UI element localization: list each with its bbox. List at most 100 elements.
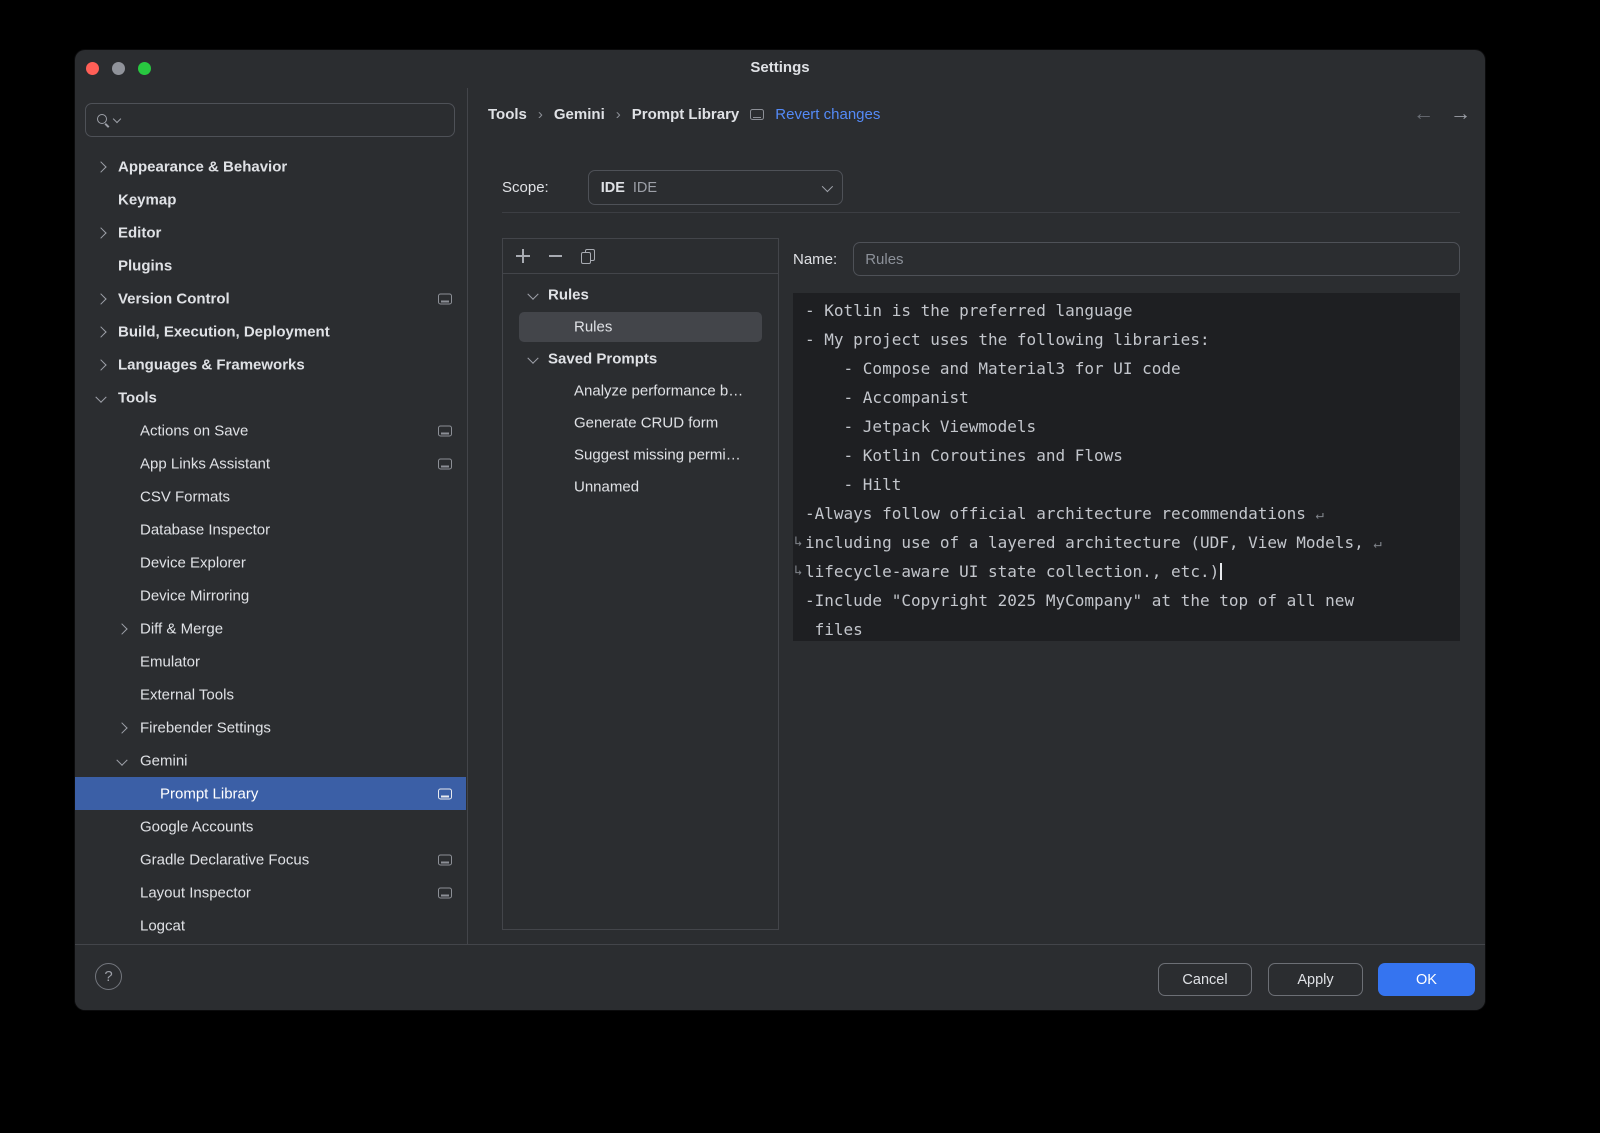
sidebar-item-label: Emulator xyxy=(140,653,200,670)
prompt-tree-label: Rules xyxy=(548,287,589,304)
chevron-right-icon[interactable] xyxy=(95,359,106,370)
prompt-tree-label: Suggest missing permi… xyxy=(574,447,741,464)
soft-wrap-end-icon: ↵ xyxy=(1316,507,1324,523)
settings-window: Settings Appearance & Behavior Keymap Edit… xyxy=(75,50,1485,1010)
sidebar-item-label: App Links Assistant xyxy=(140,455,270,472)
sidebar-item-label: Gradle Declarative Focus xyxy=(140,851,309,868)
scope-dropdown[interactable]: IDE IDE xyxy=(588,170,843,205)
ide-settings-badge-icon xyxy=(438,788,452,799)
sidebar-item-app-links-assistant[interactable]: App Links Assistant xyxy=(75,447,466,480)
chevron-right-icon[interactable] xyxy=(95,326,106,337)
apply-button[interactable]: Apply xyxy=(1268,963,1363,996)
prompt-group-saved-prompts[interactable]: Saved Prompts xyxy=(503,343,778,375)
revert-changes-link[interactable]: Revert changes xyxy=(775,106,880,123)
sidebar-item-device-mirroring[interactable]: Device Mirroring xyxy=(75,579,466,612)
settings-content: Tools›Gemini›Prompt LibraryRevert change… xyxy=(468,88,1485,945)
sidebar-item-actions-on-save[interactable]: Actions on Save xyxy=(75,414,466,447)
add-prompt-icon[interactable] xyxy=(516,249,530,263)
sidebar-item-gradle-declarative-focus[interactable]: Gradle Declarative Focus xyxy=(75,843,466,876)
editor-line: - Compose and Material3 for UI code xyxy=(793,354,1460,383)
sidebar-item-logcat[interactable]: Logcat xyxy=(75,909,466,942)
copy-prompt-icon[interactable] xyxy=(581,249,596,264)
breadcrumb-item-tools[interactable]: Tools xyxy=(488,106,527,123)
ok-button[interactable]: OK xyxy=(1378,963,1475,996)
prompt-item-generate-crud-form[interactable]: Generate CRUD form xyxy=(503,407,778,439)
breadcrumb-item-gemini[interactable]: Gemini xyxy=(554,106,605,123)
text-cursor xyxy=(1220,563,1222,580)
search-history-caret-icon[interactable] xyxy=(113,114,121,122)
chevron-down-icon[interactable] xyxy=(527,289,538,300)
sidebar-item-label: Firebender Settings xyxy=(140,719,271,736)
sidebar-item-label: Tools xyxy=(118,389,157,406)
prompt-tree-label: Generate CRUD form xyxy=(574,415,718,432)
settings-search[interactable] xyxy=(85,103,455,137)
settings-tree: Appearance & Behavior Keymap Editor Plugins… xyxy=(75,150,466,942)
prompt-item-unnamed[interactable]: Unnamed xyxy=(503,471,778,503)
sidebar-item-firebender-settings[interactable]: Firebender Settings xyxy=(75,711,466,744)
breadcrumb-separator: › xyxy=(616,106,621,123)
sidebar-item-build-execution-deployment[interactable]: Build, Execution, Deployment xyxy=(75,315,466,348)
sidebar-item-appearance-behavior[interactable]: Appearance & Behavior xyxy=(75,150,466,183)
scope-row: Scope: IDE IDE xyxy=(502,170,843,205)
cancel-button[interactable]: Cancel xyxy=(1158,963,1252,996)
settings-search-input[interactable] xyxy=(128,111,444,129)
sidebar-item-label: Database Inspector xyxy=(140,521,270,538)
sidebar-item-emulator[interactable]: Emulator xyxy=(75,645,466,678)
sidebar-item-label: Actions on Save xyxy=(140,422,248,439)
editor-text: - Hilt xyxy=(805,475,901,494)
sidebar-item-label: Build, Execution, Deployment xyxy=(118,323,330,340)
chevron-right-icon[interactable] xyxy=(95,293,106,304)
prompt-item-rules[interactable]: Rules xyxy=(503,311,778,343)
sidebar-item-plugins[interactable]: Plugins xyxy=(75,249,466,282)
sidebar-item-languages-frameworks[interactable]: Languages & Frameworks xyxy=(75,348,466,381)
sidebar-item-csv-formats[interactable]: CSV Formats xyxy=(75,480,466,513)
chevron-right-icon[interactable] xyxy=(116,623,127,634)
chevron-down-icon[interactable] xyxy=(527,353,538,364)
sidebar-item-google-accounts[interactable]: Google Accounts xyxy=(75,810,466,843)
editor-line: - Kotlin Coroutines and Flows xyxy=(793,441,1460,470)
chevron-right-icon[interactable] xyxy=(95,227,106,238)
prompt-name-row: Name: xyxy=(793,242,1460,276)
help-button[interactable]: ? xyxy=(95,963,122,990)
sidebar-item-gemini[interactable]: Gemini xyxy=(75,744,466,777)
editor-text: - Kotlin is the preferred language xyxy=(805,301,1133,320)
sidebar-item-layout-inspector[interactable]: Layout Inspector xyxy=(75,876,466,909)
titlebar[interactable]: Settings xyxy=(75,50,1485,88)
sidebar-item-keymap[interactable]: Keymap xyxy=(75,183,466,216)
settings-sidebar: Appearance & Behavior Keymap Editor Plugins… xyxy=(75,88,468,945)
sidebar-item-prompt-library[interactable]: Prompt Library xyxy=(75,777,466,810)
prompt-group-rules[interactable]: Rules xyxy=(503,279,778,311)
back-arrow-icon[interactable]: ← xyxy=(1413,102,1434,126)
prompt-list-panel: RulesRulesSaved PromptsAnalyze performan… xyxy=(502,238,779,930)
soft-wrap-start-icon: ↳ xyxy=(794,528,804,557)
sidebar-item-label: Keymap xyxy=(118,191,176,208)
sidebar-item-external-tools[interactable]: External Tools xyxy=(75,678,466,711)
prompt-item-analyze-performance-b[interactable]: Analyze performance b… xyxy=(503,375,778,407)
prompt-tree-label: Analyze performance b… xyxy=(574,383,743,400)
chevron-down-icon[interactable] xyxy=(116,754,127,765)
sidebar-item-tools[interactable]: Tools xyxy=(75,381,466,414)
sidebar-item-device-explorer[interactable]: Device Explorer xyxy=(75,546,466,579)
chevron-right-icon[interactable] xyxy=(116,722,127,733)
sidebar-item-label: External Tools xyxy=(140,686,234,703)
editor-line: ↳lifecycle-aware UI state collection., e… xyxy=(793,557,1460,586)
editor-text: - Jetpack Viewmodels xyxy=(805,417,1036,436)
prompt-name-input[interactable] xyxy=(853,242,1460,276)
editor-line: files xyxy=(793,615,1460,644)
breadcrumb: Tools›Gemini›Prompt LibraryRevert change… xyxy=(488,106,880,123)
history-nav: ← → xyxy=(1413,102,1471,126)
breadcrumb-item-prompt-library[interactable]: Prompt Library xyxy=(632,106,740,123)
sidebar-item-database-inspector[interactable]: Database Inspector xyxy=(75,513,466,546)
chevron-down-icon[interactable] xyxy=(95,391,106,402)
remove-prompt-icon[interactable] xyxy=(549,249,562,263)
editor-line: - My project uses the following librarie… xyxy=(793,325,1460,354)
sidebar-item-editor[interactable]: Editor xyxy=(75,216,466,249)
sidebar-item-diff-merge[interactable]: Diff & Merge xyxy=(75,612,466,645)
chevron-right-icon[interactable] xyxy=(95,161,106,172)
forward-arrow-icon[interactable]: → xyxy=(1450,102,1471,126)
prompt-item-suggest-missing-permi[interactable]: Suggest missing permi… xyxy=(503,439,778,471)
sidebar-item-label: Google Accounts xyxy=(140,818,253,835)
prompt-text-editor[interactable]: - Kotlin is the preferred language - My p… xyxy=(793,293,1460,641)
sidebar-item-version-control[interactable]: Version Control xyxy=(75,282,466,315)
sidebar-item-label: Editor xyxy=(118,224,161,241)
